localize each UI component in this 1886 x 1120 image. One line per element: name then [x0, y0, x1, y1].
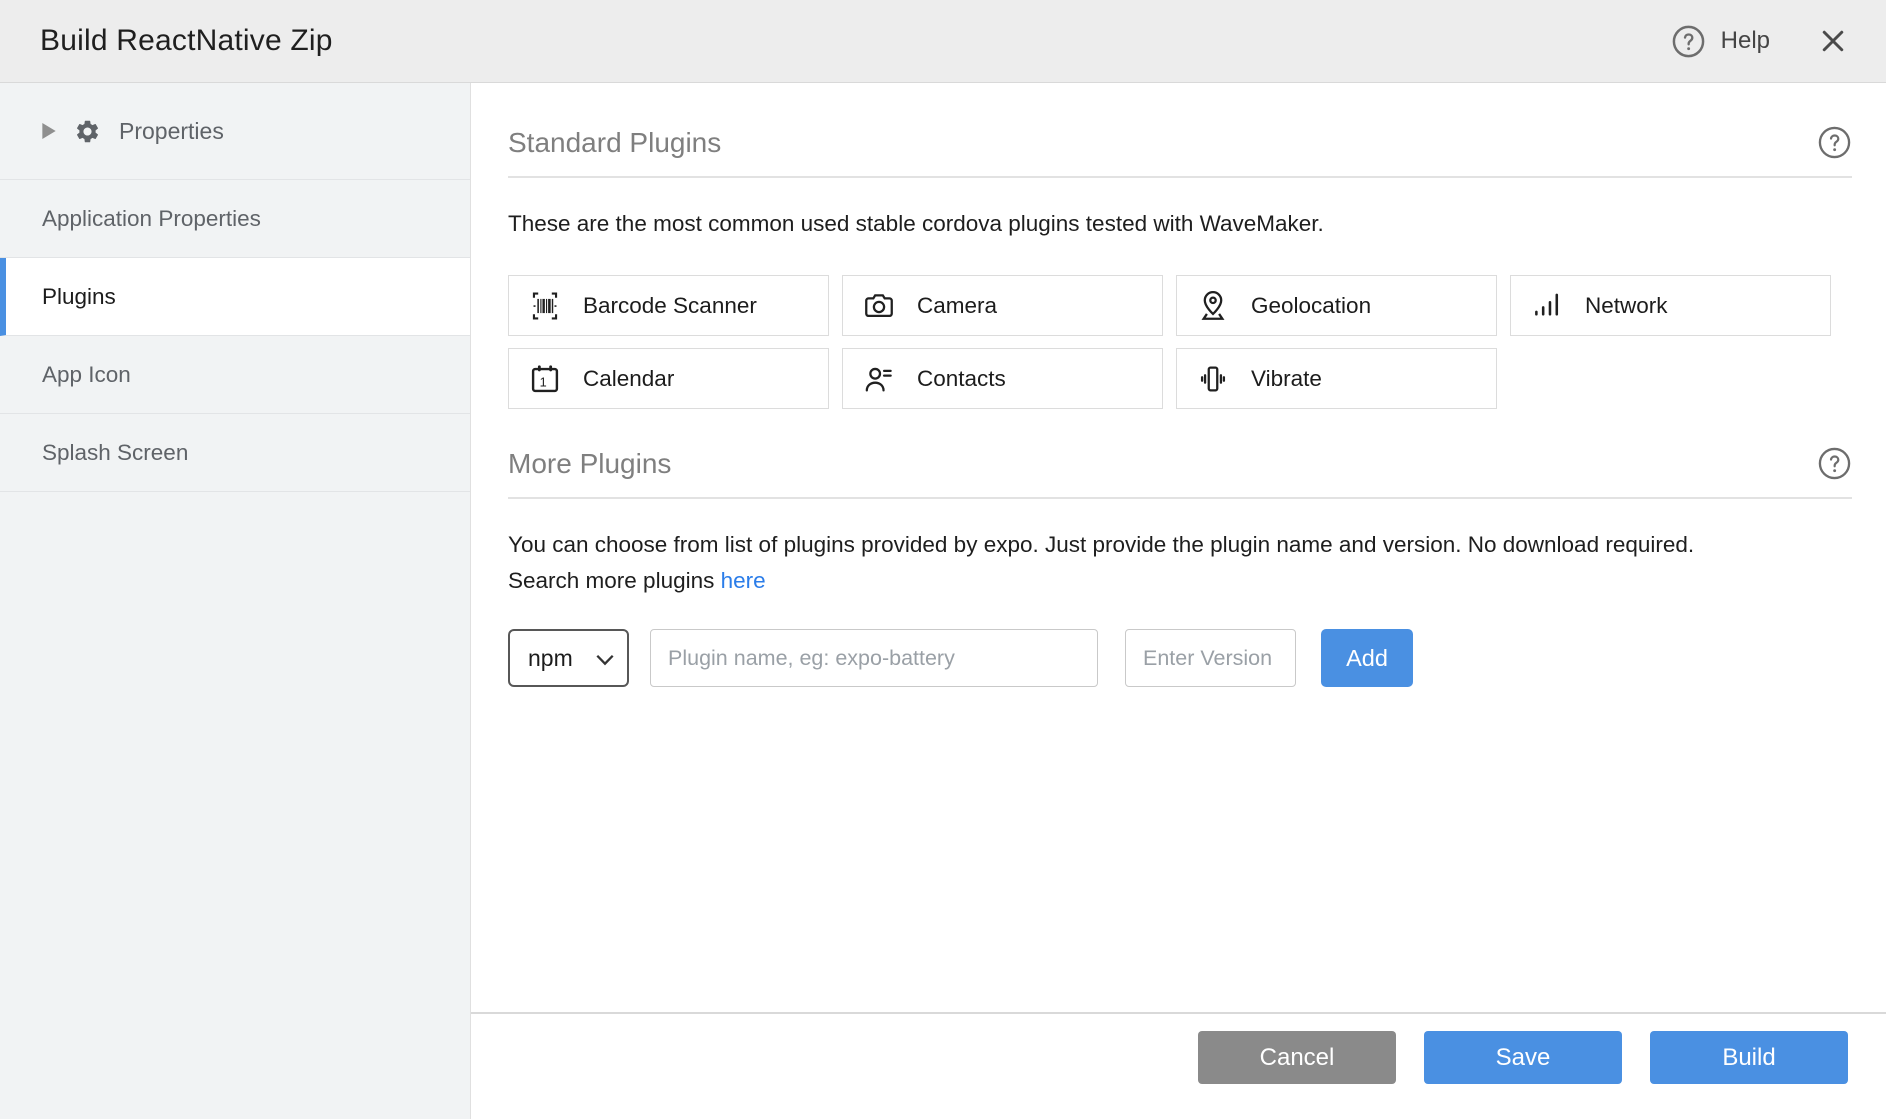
barcode-scanner-icon — [528, 289, 562, 323]
close-icon — [1818, 26, 1848, 56]
sidebar-item-label: Application Properties — [42, 206, 261, 232]
build-button[interactable]: Build — [1650, 1031, 1848, 1084]
more-plugins-description-line2: Search more plugins — [508, 568, 714, 593]
help-label: Help — [1721, 27, 1770, 55]
plugin-card-label: Geolocation — [1251, 293, 1371, 319]
standard-plugins-grid: Barcode Scanner Camera — [508, 275, 1852, 409]
network-icon — [1530, 289, 1564, 323]
main-panel: Standard Plugins These are the most comm… — [471, 83, 1886, 1119]
sidebar-item-application-properties[interactable]: Application Properties — [0, 180, 470, 258]
dialog-footer: Cancel Save Build — [471, 1012, 1886, 1119]
sidebar-item-label: App Icon — [42, 362, 131, 388]
vibrate-icon — [1196, 362, 1230, 396]
page-title: Build ReactNative Zip — [40, 24, 333, 58]
header-actions: Help — [1671, 24, 1848, 59]
dialog-header: Build ReactNative Zip Help — [0, 0, 1886, 83]
plugin-card-calendar[interactable]: 1 Calendar — [508, 348, 829, 409]
more-plugins-header: More Plugins — [508, 409, 1852, 481]
help-button[interactable]: Help — [1671, 24, 1770, 59]
gear-icon — [74, 118, 101, 145]
sidebar-properties-label: Properties — [119, 118, 224, 145]
svg-text:1: 1 — [540, 374, 547, 389]
sidebar-properties-toggle[interactable]: Properties — [0, 83, 470, 180]
plugin-card-label: Vibrate — [1251, 366, 1322, 392]
sidebar-item-label: Splash Screen — [42, 440, 188, 466]
section-divider — [508, 497, 1852, 499]
help-circle-icon — [1671, 24, 1706, 59]
plugin-card-network[interactable]: Network — [1510, 275, 1831, 336]
registry-select[interactable]: npm — [508, 629, 629, 687]
version-input[interactable] — [1125, 629, 1296, 687]
camera-icon — [862, 289, 896, 323]
contacts-icon — [862, 362, 896, 396]
plugin-card-barcode-scanner[interactable]: Barcode Scanner — [508, 275, 829, 336]
save-button[interactable]: Save — [1424, 1031, 1622, 1084]
section-divider — [508, 176, 1852, 178]
cancel-button[interactable]: Cancel — [1198, 1031, 1396, 1084]
standard-plugins-header: Standard Plugins — [508, 83, 1852, 160]
sidebar-item-splash-screen[interactable]: Splash Screen — [0, 414, 470, 492]
sidebar-item-label: Plugins — [42, 284, 116, 310]
add-button[interactable]: Add — [1321, 629, 1413, 687]
plugin-card-camera[interactable]: Camera — [842, 275, 1163, 336]
plugin-card-contacts[interactable]: Contacts — [842, 348, 1163, 409]
plugin-card-label: Calendar — [583, 366, 674, 392]
plugin-card-label: Camera — [917, 293, 997, 319]
plugin-card-vibrate[interactable]: Vibrate — [1176, 348, 1497, 409]
more-plugins-description-line1: You can choose from list of plugins prov… — [508, 532, 1694, 557]
calendar-icon: 1 — [528, 362, 562, 396]
geolocation-icon — [1196, 289, 1230, 323]
standard-plugins-title: Standard Plugins — [508, 127, 721, 159]
search-plugins-link[interactable]: here — [721, 568, 766, 593]
sidebar-item-app-icon[interactable]: App Icon — [0, 336, 470, 414]
more-plugins-title: More Plugins — [508, 448, 671, 480]
sidebar: Properties Application Properties Plugin… — [0, 83, 471, 1119]
plugin-card-geolocation[interactable]: Geolocation — [1176, 275, 1497, 336]
registry-select-wrap: npm — [508, 629, 629, 687]
plugin-card-label: Contacts — [917, 366, 1006, 392]
expand-arrow-icon — [42, 123, 56, 139]
dialog-body: Properties Application Properties Plugin… — [0, 83, 1886, 1119]
sidebar-item-plugins[interactable]: Plugins — [0, 258, 470, 336]
standard-plugins-help-icon[interactable] — [1817, 125, 1852, 160]
more-plugins-help-icon[interactable] — [1817, 446, 1852, 481]
plugin-card-label: Barcode Scanner — [583, 293, 757, 319]
more-plugins-description: You can choose from list of plugins prov… — [508, 527, 1852, 599]
close-button[interactable] — [1818, 26, 1848, 56]
plugin-name-input[interactable] — [650, 629, 1098, 687]
standard-plugins-description: These are the most common used stable co… — [508, 206, 1852, 242]
plugin-card-label: Network — [1585, 293, 1668, 319]
add-plugin-form: npm Add — [508, 629, 1852, 687]
